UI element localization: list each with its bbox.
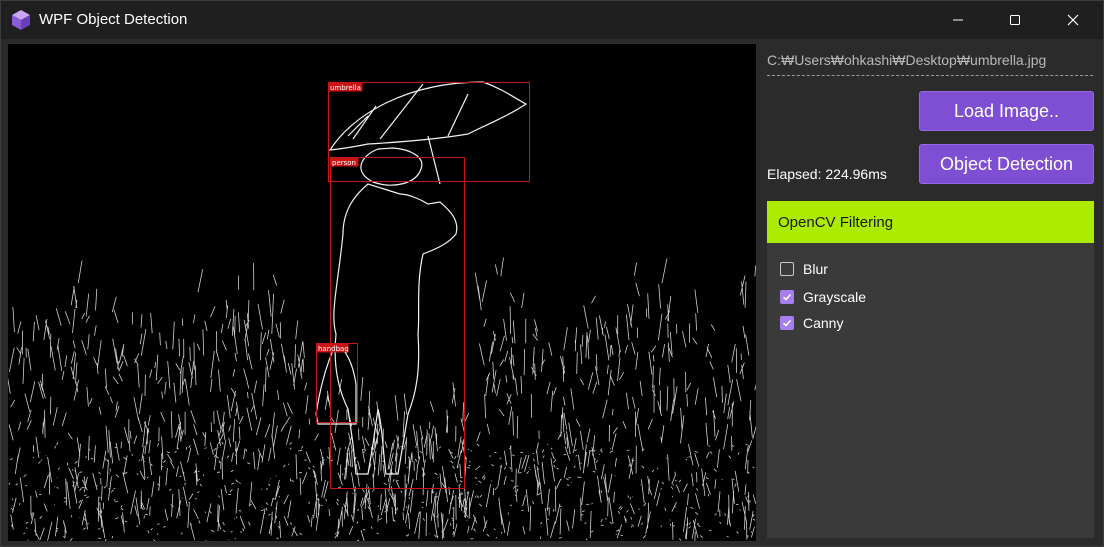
- elapsed-time: Elapsed: 224.96ms: [767, 166, 887, 182]
- minimize-button[interactable]: [929, 1, 987, 39]
- canny-label: Canny: [803, 315, 844, 331]
- file-path-text: C:₩Users₩ohkashi₩Desktop₩umbrella.jpg: [767, 52, 1047, 68]
- opencv-filter-panel: OpenCV Filtering Blur Grayscale Canny: [767, 201, 1094, 538]
- load-image-button[interactable]: Load Image..: [919, 91, 1094, 131]
- canny-checkbox[interactable]: Canny: [780, 313, 843, 333]
- detection-boxes: umbrella person handbag: [316, 82, 530, 489]
- grayscale-checkbox[interactable]: Grayscale: [780, 287, 866, 307]
- file-path-field[interactable]: C:₩Users₩ohkashi₩Desktop₩umbrella.jpg: [767, 47, 1093, 76]
- close-button[interactable]: [1044, 1, 1102, 39]
- grass-edges: [8, 257, 756, 541]
- detection-label-handbag: handbag: [318, 345, 349, 353]
- grayscale-label: Grayscale: [803, 289, 867, 305]
- filter-panel-title: OpenCV Filtering: [778, 214, 894, 231]
- window-title: WPF Object Detection: [39, 11, 188, 28]
- minimize-icon: [953, 19, 963, 21]
- umbrella-person-silhouette: [315, 81, 528, 475]
- detection-label-umbrella: umbrella: [330, 84, 361, 92]
- image-viewer[interactable]: umbrella person handbag: [8, 44, 756, 541]
- canny-edge-image: umbrella person handbag: [8, 81, 756, 541]
- checkbox-unchecked-icon[interactable]: [780, 262, 794, 276]
- filter-panel-header[interactable]: OpenCV Filtering: [767, 201, 1094, 243]
- app-window: WPF Object Detection umbrella person han…: [0, 0, 1104, 547]
- object-detection-button[interactable]: Object Detection: [919, 144, 1094, 184]
- title-bar[interactable]: WPF Object Detection: [1, 1, 1103, 39]
- detection-label-person: person: [332, 159, 356, 167]
- checkbox-checked-icon[interactable]: [780, 290, 794, 304]
- cube-icon: [12, 10, 30, 30]
- maximize-icon: [1010, 15, 1020, 25]
- close-icon: [1067, 14, 1079, 26]
- maximize-button[interactable]: [986, 1, 1044, 39]
- detection-box-umbrella[interactable]: [328, 82, 530, 182]
- checkbox-checked-icon[interactable]: [780, 316, 794, 330]
- blur-label: Blur: [803, 261, 828, 277]
- blur-checkbox[interactable]: Blur: [780, 259, 828, 279]
